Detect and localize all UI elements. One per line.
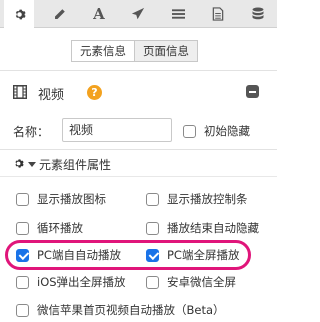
option-label: 显示播放控制条 [167,192,248,206]
checkbox-box[interactable] [16,303,29,317]
toolbar: A [0,0,277,29]
component-properties-header[interactable]: 元素组件属性 [13,156,111,173]
tab-page-info[interactable]: 页面信息 [134,40,198,62]
element-header: 视频 [12,84,65,103]
option-ios-fullscreen[interactable]: iOS弹出全屏播放 [16,274,126,290]
caret-down-icon [28,162,36,167]
option-label: 循环播放 [37,221,83,235]
text-icon[interactable]: A [84,0,114,28]
option-wechat-ios-autoplay-beta[interactable]: 微信苹果首页视频自动播放（Beta） [16,302,225,318]
gear-icon [13,158,24,172]
checkbox-box[interactable] [16,221,29,235]
info-tabs: 元素信息 页面信息 [71,40,198,62]
option-label: 播放结束自动隐藏 [167,221,259,235]
option-show-play-icon[interactable]: 显示播放图标 [16,191,106,207]
gear-icon[interactable] [4,0,34,29]
name-input[interactable]: 视频 [62,118,172,142]
checkbox-box[interactable] [146,275,159,289]
collapse-icon[interactable] [246,85,259,98]
tab-element-info[interactable]: 元素信息 [71,40,134,62]
option-label: iOS弹出全屏播放 [37,275,126,289]
checkbox-box[interactable] [16,192,29,206]
option-label: 显示播放图标 [37,192,106,206]
checkbox-box[interactable] [183,124,196,138]
pencil-icon[interactable] [44,0,74,28]
option-label: 安卓微信全屏 [167,275,236,289]
option-hide-on-end[interactable]: 播放结束自动隐藏 [146,220,259,236]
send-icon[interactable] [123,0,153,28]
divider [0,149,277,150]
checkbox-box[interactable] [16,275,29,289]
database-icon[interactable] [243,0,273,28]
section-title: 元素组件属性 [39,158,112,172]
document-icon[interactable] [203,0,233,28]
text-icon-glyph: A [93,5,105,23]
divider [0,176,277,177]
video-film-icon [12,84,28,102]
highlight-annotation [5,240,251,270]
help-icon[interactable]: ? [87,85,102,100]
option-show-control-bar[interactable]: 显示播放控制条 [146,191,248,207]
initial-hidden-label: 初始隐藏 [204,124,250,138]
checkbox-box[interactable] [146,192,159,206]
option-android-wechat-fullscreen[interactable]: 安卓微信全屏 [146,274,236,290]
option-loop-play[interactable]: 循环播放 [16,220,83,236]
name-label: 名称： [13,125,50,139]
checkbox-box[interactable] [146,221,159,235]
initial-hidden-checkbox[interactable]: 初始隐藏 [183,123,250,139]
divider [0,70,277,71]
option-label: 微信苹果首页视频自动播放（Beta） [37,303,225,317]
list-icon[interactable] [163,0,193,28]
element-title: 视频 [38,87,65,103]
